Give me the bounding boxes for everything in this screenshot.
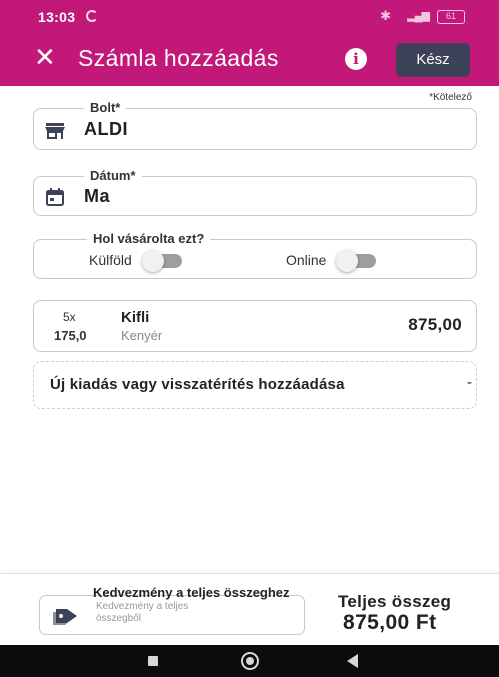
sync-icon [86,10,98,22]
item-category: Kenyér [121,328,163,343]
store-field[interactable]: Bolt* ALDI [33,100,477,150]
store-icon [45,122,65,145]
date-value: Ma [84,186,111,206]
status-time: 13:03 [38,9,76,25]
toggle-knob [141,250,164,273]
discount-input[interactable]: Kedvezmény a teljes összegből [39,595,305,635]
date-field-label: Dátum* [84,168,142,183]
store-field-label: Bolt* [84,100,127,115]
item-row[interactable]: 5x 175,0 Kifli Kenyér 875,00 [33,300,477,352]
add-expense-button[interactable]: Új kiadás vagy visszatérítés hozzáadása … [33,361,477,409]
home-icon[interactable] [241,652,259,670]
item-quantity: 5x [63,310,76,324]
back-icon[interactable] [347,654,358,668]
info-icon[interactable]: i [345,48,367,70]
abroad-toggle-group[interactable]: Külföld [89,250,182,273]
system-nav-bar [0,645,499,677]
online-label: Online [286,252,327,268]
total-value: 875,00 Ft [343,611,437,634]
item-amount: 875,00 [408,315,462,334]
close-icon[interactable]: ✕ [34,44,56,70]
calendar-icon [45,187,65,212]
add-expense-trailing: - [467,374,472,391]
store-value: ALDI [84,119,128,139]
item-name: Kifli [121,309,150,326]
bluetooth-icon: ✱ [380,8,391,23]
abroad-label: Külföld [89,252,132,268]
purchase-location-field: Hol vásárolta ezt? Külföld Online [33,231,477,279]
done-button[interactable]: Kész [396,43,470,77]
discount-title: Kedvezmény a teljes összeghez [93,585,290,600]
battery-icon: 61 [437,10,465,24]
app-bar: ✕ Számla hozzáadás i Kész [0,34,499,86]
online-toggle[interactable] [336,250,377,273]
total-label: Teljes összeg [338,592,452,611]
signal-icon: ▂▄▆ [407,10,430,22]
tag-icon [53,607,79,630]
status-bar: 13:03 ✱ ▂▄▆ 61 [0,0,499,34]
online-toggle-group[interactable]: Online [286,250,377,273]
date-field[interactable]: Dátum* Ma [33,168,477,216]
toggle-knob [336,250,359,273]
add-expense-label: Új kiadás vagy visszatérítés hozzáadása [50,376,345,393]
summary-bar: Kedvezmény a teljes összegből Kedvezmény… [0,573,499,645]
item-unit-price: 175,0 [54,328,87,343]
recent-apps-icon[interactable] [148,656,158,666]
discount-placeholder: Kedvezmény a teljes összegből [96,601,189,624]
purchase-location-label: Hol vásárolta ezt? [87,231,211,246]
page-title: Számla hozzáadás [78,45,279,71]
abroad-toggle[interactable] [141,250,182,273]
required-note: *Kötelező [429,92,472,103]
